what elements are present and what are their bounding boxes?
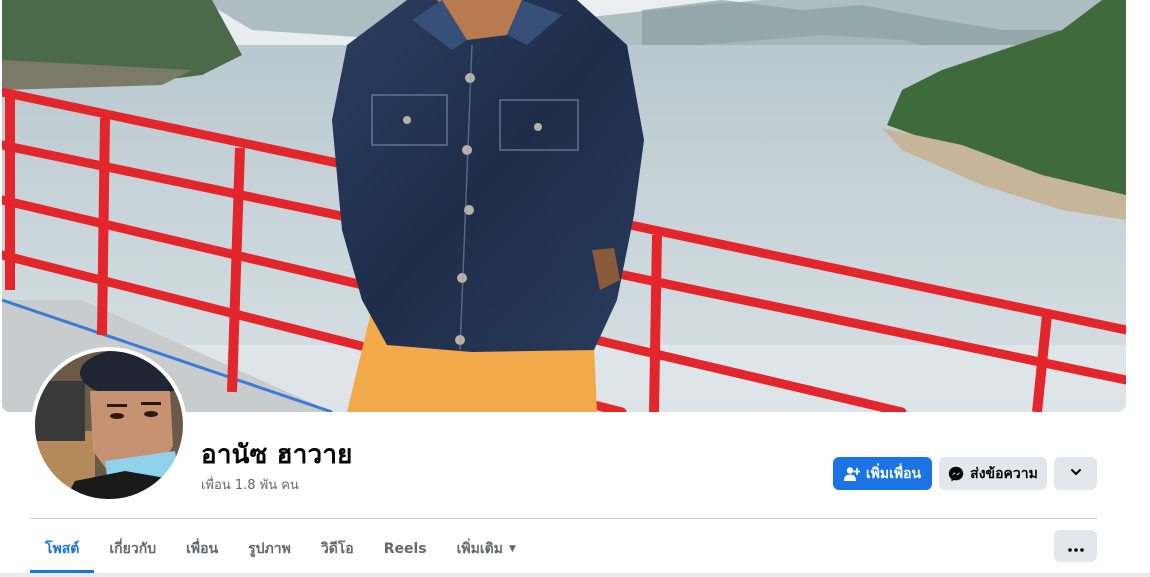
tab-label: เพื่อน bbox=[186, 541, 219, 557]
tab-photos[interactable]: รูปภาพ bbox=[233, 528, 306, 570]
caret-down-icon: ▼ bbox=[508, 544, 516, 554]
more-horizontal-icon bbox=[1067, 537, 1084, 556]
content-separator bbox=[0, 573, 1150, 577]
tab-label: รูปภาพ bbox=[248, 541, 291, 557]
cover-photo-image bbox=[2, 0, 1126, 412]
divider bbox=[30, 518, 1097, 519]
profile-tabs: โพสต์ เกี่ยวกับ เพื่อน รูปภาพ วิดีโอ Ree… bbox=[30, 528, 531, 573]
tab-posts[interactable]: โพสต์ bbox=[30, 528, 95, 573]
tab-about[interactable]: เกี่ยวกับ bbox=[94, 528, 171, 570]
chevron-down-icon bbox=[1070, 466, 1082, 482]
more-options-button[interactable] bbox=[1054, 530, 1097, 562]
tab-videos[interactable]: วิดีโอ bbox=[306, 528, 369, 570]
profile-more-button[interactable] bbox=[1054, 457, 1097, 490]
tab-label: เพิ่มเติม bbox=[456, 541, 503, 557]
message-button[interactable]: ส่งข้อความ bbox=[939, 457, 1047, 490]
add-person-icon bbox=[843, 466, 860, 482]
avatar[interactable] bbox=[35, 351, 183, 499]
add-friend-button[interactable]: เพิ่มเพื่อน bbox=[833, 457, 932, 490]
message-label: ส่งข้อความ bbox=[970, 465, 1038, 482]
profile-name: อานัซ ฮาวาย bbox=[201, 440, 353, 470]
cover-photo[interactable] bbox=[2, 0, 1126, 412]
tab-label: โพสต์ bbox=[45, 541, 80, 557]
tab-label: เกี่ยวกับ bbox=[109, 541, 157, 557]
tab-label: วิดีโอ bbox=[320, 541, 354, 557]
tab-label: Reels bbox=[383, 541, 427, 557]
friends-count[interactable]: เพื่อน 1.8 พัน คน bbox=[201, 474, 299, 495]
tab-friends[interactable]: เพื่อน bbox=[171, 528, 233, 570]
tab-more[interactable]: เพิ่มเติม ▼ bbox=[442, 528, 531, 570]
messenger-icon bbox=[948, 466, 964, 482]
avatar-image bbox=[35, 351, 183, 499]
tab-reels[interactable]: Reels bbox=[369, 528, 442, 570]
add-friend-label: เพิ่มเพื่อน bbox=[865, 465, 922, 482]
